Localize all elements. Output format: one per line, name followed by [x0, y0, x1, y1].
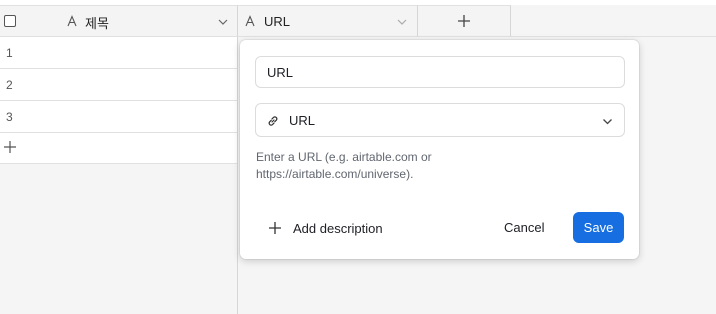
plus-icon: [458, 15, 470, 27]
plus-icon: [4, 141, 16, 153]
add-record-row[interactable]: [0, 133, 238, 164]
chevron-down-icon: [603, 119, 612, 125]
column-header-url[interactable]: URL: [238, 5, 418, 37]
table-row[interactable]: 3: [0, 101, 238, 133]
field-type-help-text: Enter a URL (e.g. airtable.com or https:…: [256, 150, 432, 181]
column-header-label: 제목: [85, 16, 109, 31]
link-icon: [268, 116, 278, 126]
row-number: 1: [6, 46, 13, 60]
cancel-button[interactable]: Cancel: [504, 220, 544, 235]
table-row[interactable]: 1: [0, 37, 238, 69]
select-all-checkbox[interactable]: [4, 15, 16, 27]
column-divider: [237, 163, 238, 314]
field-type-select[interactable]: URL: [255, 103, 625, 137]
text-field-icon: [245, 15, 255, 27]
plus-icon: [269, 222, 281, 234]
row-number: 2: [6, 78, 13, 92]
chevron-down-icon[interactable]: [218, 17, 228, 27]
add-field-button[interactable]: [418, 5, 511, 37]
row-number: 3: [6, 110, 13, 124]
add-description-label: Add description: [293, 220, 383, 236]
column-header-label: URL: [264, 14, 291, 29]
column-header-title[interactable]: 제목: [0, 5, 238, 37]
header-empty-area: [511, 5, 716, 37]
field-name-input[interactable]: [255, 56, 625, 88]
field-editor-popup: URL Enter a URL (e.g. airtable.com or ht…: [240, 40, 639, 259]
save-button[interactable]: Save: [573, 212, 624, 243]
add-description-button[interactable]: Add description: [268, 218, 383, 238]
text-field-icon: [67, 15, 77, 27]
table-row[interactable]: 2: [0, 69, 238, 101]
chevron-down-icon[interactable]: [397, 17, 407, 27]
record-rows: 1 2 3: [0, 37, 238, 164]
grid-header: 제목 URL: [0, 5, 716, 37]
field-type-label: URL: [289, 113, 316, 128]
